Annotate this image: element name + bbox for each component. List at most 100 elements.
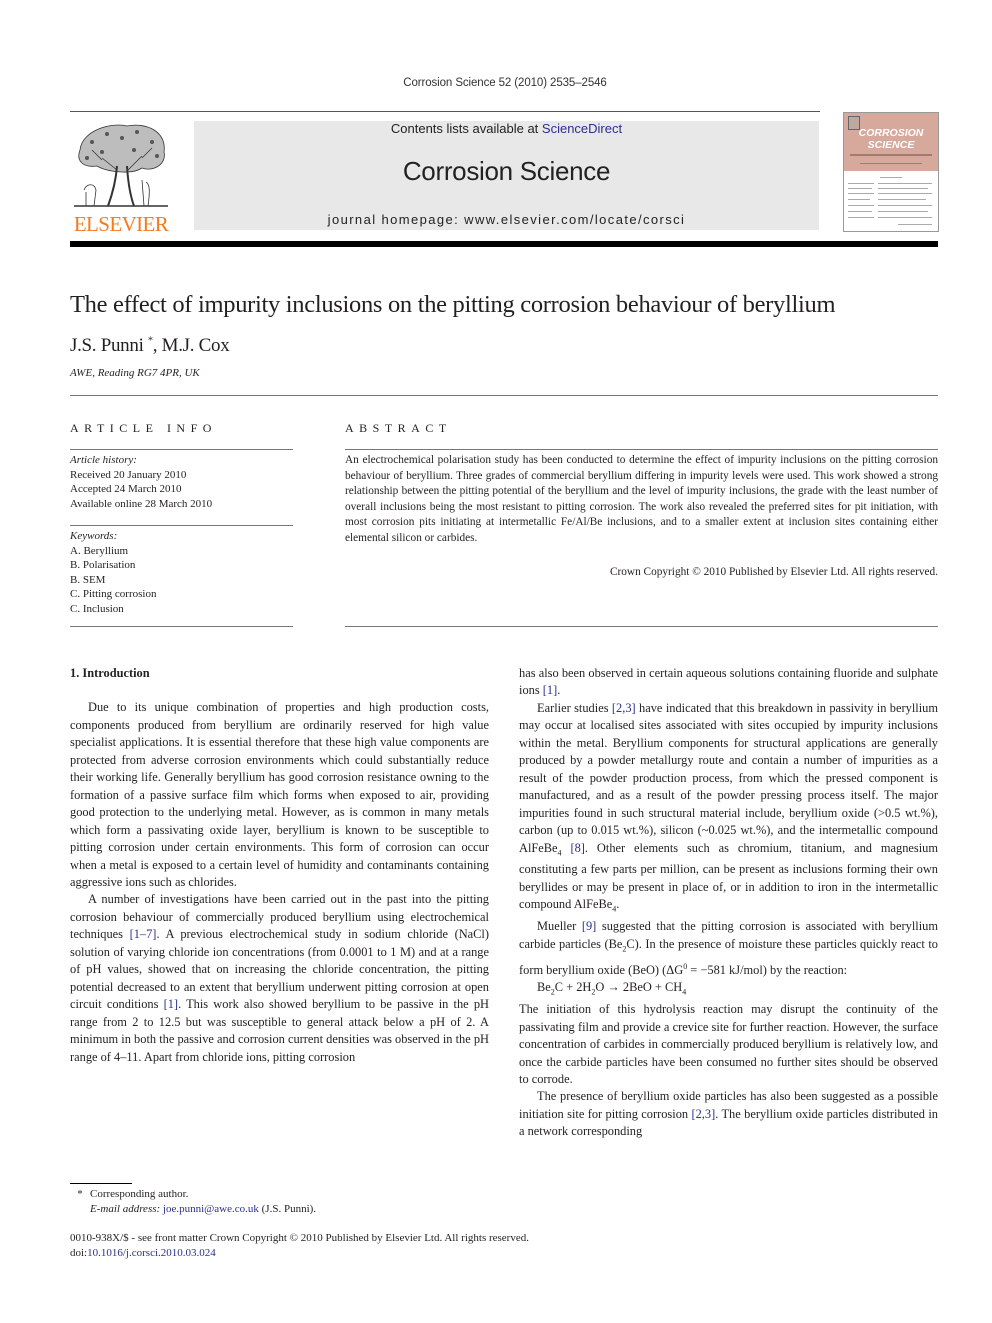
cover-text-line (848, 205, 874, 206)
cover-text-line (848, 199, 870, 200)
article-info-heading: ARTICLE INFO (70, 421, 217, 435)
footnote: * Corresponding author. E-mail address: j… (70, 1187, 316, 1216)
article-info-rule (70, 525, 293, 526)
text: . (616, 897, 620, 912)
keyword-item: B. Polarisation (70, 559, 136, 571)
footnote-email: E-mail address: joe.punni@awe.co.uk (J.S… (70, 1202, 316, 1217)
section-rule (70, 395, 938, 396)
homepage-url[interactable]: www.elsevier.com/locate/corsci (464, 212, 685, 227)
history-accepted: Accepted 24 March 2010 (70, 483, 182, 495)
eq-text: O → 2BeO + CH (595, 980, 683, 995)
doi-link[interactable]: 10.1016/j.corsci.2010.03.024 (87, 1247, 216, 1259)
reaction-equation: Be2C + 2H2O → 2BeO + CH4 (519, 979, 938, 1001)
body-paragraph: The presence of beryllium oxide particle… (519, 1088, 938, 1140)
footnote-star: * (77, 1188, 83, 1200)
eq-text: C + 2H (554, 980, 592, 995)
abstract-text: An electrochemical polarisation study ha… (345, 454, 938, 544)
author-name[interactable]: M.J. Cox (162, 335, 230, 356)
citation-link[interactable]: [2,3] (612, 701, 636, 715)
text: has also been observed in certain aqueou… (519, 666, 938, 698)
author-separator: , (152, 335, 162, 356)
cover-text-line (878, 183, 932, 184)
sciencedirect-link[interactable]: ScienceDirect (542, 121, 622, 136)
cover-text-line (848, 183, 874, 184)
journal-masthead: Contents lists available at ScienceDirec… (194, 121, 819, 230)
citation-link[interactable]: [2,3] (691, 1107, 715, 1121)
cover-text-line (878, 193, 932, 194)
citation-link[interactable]: [8] (570, 841, 584, 855)
cover-header: CORROSION SCIENCE (844, 113, 938, 171)
author-affiliation: AWE, Reading RG7 4PR, UK (70, 367, 200, 379)
email-label: E-mail address: (90, 1202, 163, 1215)
subscript: 4 (557, 848, 562, 857)
body-column-left: 1. Introduction Due to its unique combin… (70, 665, 489, 1066)
author-list: J.S. Punni *, M.J. Cox (70, 335, 230, 357)
abstract-copyright: Crown Copyright © 2010 Published by Else… (609, 566, 938, 578)
cover-text-line (848, 188, 872, 189)
elsevier-logo[interactable]: ELSEVIER (70, 120, 172, 236)
front-matter: 0010-938X/$ - see front matter Crown Cop… (70, 1231, 529, 1260)
footnote-corresponding: * Corresponding author. (70, 1187, 316, 1202)
elsevier-tree-icon (74, 124, 168, 207)
cover-title-line1: CORROSION (858, 127, 924, 139)
article-info-rule (70, 449, 293, 450)
history-online: Available online 28 March 2010 (70, 497, 213, 510)
body-paragraph: Earlier studies [2,3] have indicated tha… (519, 700, 938, 918)
cover-text-line (878, 188, 928, 189)
corresponding-label: Corresponding author. (90, 1188, 189, 1200)
keywords: Keywords: A. Beryllium B. Polarisation B… (70, 529, 156, 616)
journal-homepage: journal homepage: www.elsevier.com/locat… (194, 212, 819, 227)
cover-text-line (878, 205, 932, 206)
citation-link[interactable]: [9] (582, 919, 596, 933)
text: = −581 kJ/mol) by the reaction: (687, 962, 848, 977)
body-paragraph: The initiation of this hydrolysis reacti… (519, 1002, 938, 1086)
elsevier-wordmark: ELSEVIER (73, 212, 169, 236)
email-suffix: (J.S. Punni). (258, 1202, 317, 1215)
homepage-prefix: journal homepage: (327, 212, 465, 227)
cover-text-line (898, 224, 932, 225)
section-heading-introduction: 1. Introduction (70, 666, 150, 680)
citation-link[interactable]: [1] (543, 683, 557, 697)
body-column-right: has also been observed in certain aqueou… (519, 665, 938, 1141)
email-link[interactable]: joe.punni@awe.co.uk (163, 1203, 259, 1215)
footnote-rule (70, 1183, 132, 1184)
cover-subtitle-line (850, 154, 932, 156)
eq-subscript: 4 (682, 987, 687, 997)
citation-link[interactable]: [1] (164, 997, 178, 1011)
keyword-item: B. SEM (70, 573, 106, 586)
body-paragraph: has also been observed in certain aqueou… (519, 665, 938, 700)
issn-line: 0010-938X/$ - see front matter Crown Cop… (70, 1232, 529, 1244)
cover-text-line (880, 177, 902, 178)
body-paragraph: Due to its unique combination of propert… (70, 700, 489, 889)
cover-text-line (878, 211, 928, 212)
journal-cover-thumbnail[interactable]: CORROSION SCIENCE (843, 112, 939, 232)
history-received: Received 20 January 2010 (70, 468, 187, 481)
header-rule (70, 111, 820, 112)
article-history: Article history: Received 20 January 201… (70, 453, 212, 511)
keywords-label: Keywords: (70, 530, 118, 542)
article-title: The effect of impurity inclusions on the… (70, 291, 836, 318)
cover-text-line (848, 193, 874, 194)
body-paragraph: Mueller [9] suggested that the pitting c… (519, 918, 938, 979)
text: have indicated that this breakdown in pa… (519, 700, 938, 855)
contents-prefix: Contents lists available at (390, 121, 542, 136)
citation-link[interactable]: [1–7] (130, 927, 157, 941)
body-paragraph: A number of investigations have been car… (70, 891, 489, 1066)
author-name[interactable]: J.S. Punni (70, 335, 144, 356)
text: Mueller (537, 919, 582, 934)
doi-label: doi: (70, 1246, 88, 1259)
cover-text-line (878, 199, 926, 200)
article-info-rule (70, 626, 293, 627)
doi-line: doi:10.1016/j.corsci.2010.03.024 (70, 1246, 529, 1261)
keyword-item: C. Pitting corrosion (70, 588, 157, 600)
text: Earlier studies (537, 700, 612, 715)
cover-text-line (848, 217, 874, 218)
journal-name: Corrosion Science (402, 156, 611, 186)
abstract-rule (345, 626, 938, 627)
history-label: Article history: (70, 454, 137, 466)
keyword-item: C. Inclusion (70, 602, 124, 615)
journal-citation: Corrosion Science 52 (2010) 2535–2546 (403, 77, 607, 89)
abstract-heading: ABSTRACT (345, 421, 452, 435)
text: . (557, 683, 561, 698)
masthead-thick-rule (70, 241, 938, 247)
